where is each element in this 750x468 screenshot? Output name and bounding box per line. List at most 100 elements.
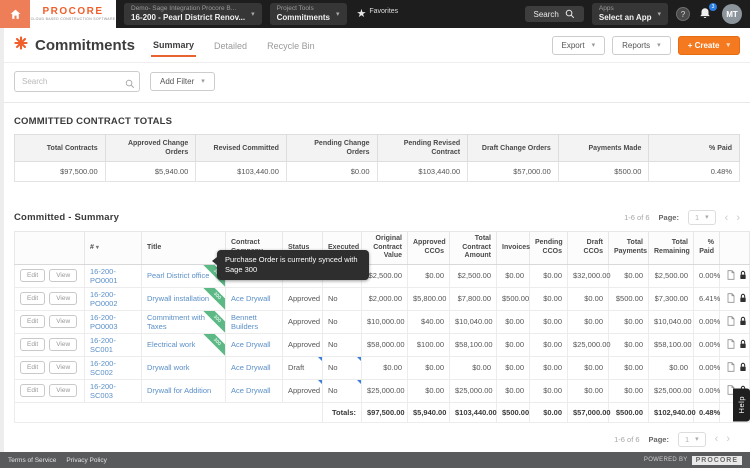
amount-cell: $2,500.00 (649, 264, 694, 287)
help-tab[interactable]: Help (733, 388, 750, 421)
lock-icon (739, 316, 747, 328)
contract-company-link[interactable]: Ace Drywall (226, 379, 283, 402)
commitment-number-link[interactable]: 16-200-SC003 (85, 379, 142, 402)
status-cell: Approved (283, 379, 323, 402)
sage-synced-ribbon: 300 (203, 311, 225, 333)
contract-company-link[interactable]: Ace Drywall (226, 356, 283, 379)
amount-cell: $0.00 (530, 264, 568, 287)
commitment-number-link[interactable]: 16-200-SC002 (85, 356, 142, 379)
document-icon[interactable] (727, 362, 735, 374)
reports-button[interactable]: Reports ▾ (612, 36, 671, 55)
edit-button[interactable]: Edit (20, 315, 45, 328)
user-avatar[interactable]: MT (722, 4, 742, 24)
prev-page-button[interactable]: ‹ (715, 434, 719, 444)
amount-cell: $25,000.00 (450, 379, 497, 402)
totals-amount-cell: $97,500.00 (362, 402, 408, 422)
chevron-down-icon: ▾ (695, 436, 699, 443)
table-row: Edit View 16-200-PO0001Pearl District offi… (15, 264, 750, 287)
edit-button[interactable]: Edit (20, 338, 45, 351)
commitment-title-link[interactable]: Drywall for Addition (142, 379, 226, 402)
table-row: Edit View 16-200-PO0002Drywall installatio… (15, 287, 750, 310)
view-button[interactable]: View (49, 338, 77, 351)
tab-detailed[interactable]: Detailed (212, 35, 249, 56)
amount-cell: $100.00 (408, 333, 450, 356)
totals-column-header: Draft Change Orders (468, 135, 559, 162)
view-button[interactable]: View (49, 292, 77, 305)
commitment-title-link[interactable]: Electrical work300 (142, 333, 226, 356)
amount-cell: $10,040.00 (450, 310, 497, 333)
totals-header-row: Total ContractsApproved Change OrdersRev… (15, 135, 740, 162)
edit-button[interactable]: Edit (20, 292, 45, 305)
edit-button[interactable]: Edit (20, 361, 45, 374)
commitment-number-link[interactable]: 16-200-PO0002 (85, 287, 142, 310)
notifications-button[interactable]: 3 (698, 6, 714, 22)
apps-dropdown[interactable]: Apps Select an App ▾ (592, 3, 668, 25)
commitment-number-link[interactable]: 16-200-PO0003 (85, 310, 142, 333)
procore-logo[interactable]: PROCORE CLOUD BASED CONSTRUCTION SOFTWAR… (30, 0, 116, 28)
project-tools-dropdown[interactable]: Project Tools Commitments ▾ (270, 3, 347, 25)
totals-value: 0.48% (649, 162, 740, 182)
commitment-title-link[interactable]: Drywall installation300 (142, 287, 226, 310)
help-question-button[interactable]: ? (676, 7, 690, 21)
global-search-button[interactable]: Search (525, 6, 584, 22)
edit-button[interactable]: Edit (20, 384, 45, 397)
contract-company-link[interactable]: Ace Drywall (226, 287, 283, 310)
home-button[interactable] (0, 0, 30, 28)
document-icon[interactable] (727, 270, 735, 282)
prev-page-button[interactable]: ‹ (725, 213, 729, 223)
next-page-button[interactable]: › (726, 434, 730, 444)
amount-cell: $5,800.00 (408, 287, 450, 310)
export-button[interactable]: Export ▾ (552, 36, 606, 55)
create-button[interactable]: + Create ▾ (678, 36, 740, 55)
commitment-number-link[interactable]: 16-200-SC001 (85, 333, 142, 356)
view-button[interactable]: View (49, 269, 77, 282)
totals-column-header: % Paid (649, 135, 740, 162)
edited-flag-icon (318, 357, 322, 361)
contract-company-link[interactable]: Ace Drywall (226, 333, 283, 356)
amount-cell: $0.00 (609, 264, 649, 287)
commitment-title-link[interactable]: Pearl District office300 (142, 264, 226, 287)
totals-amount-cell: $103,440.00 (450, 402, 497, 422)
commitment-number-link[interactable]: 16-200-PO0001 (85, 264, 142, 287)
favorites-control[interactable]: ★ Favorites (357, 7, 399, 21)
amount-cell: $0.00 (609, 356, 649, 379)
amount-cell: $0.00 (530, 356, 568, 379)
amount-cell: $2,000.00 (362, 287, 408, 310)
document-icon[interactable] (727, 316, 735, 328)
contract-company-link[interactable]: Bennett Builders (226, 310, 283, 333)
view-button[interactable]: View (49, 315, 77, 328)
totals-column-header: Approved Change Orders (105, 135, 196, 162)
commitment-title-link[interactable]: Drywall work (142, 356, 226, 379)
star-icon[interactable]: ★ (357, 7, 367, 21)
table-row: Edit View 16-200-SC003Drywall for Addition… (15, 379, 750, 402)
view-button[interactable]: View (49, 361, 77, 374)
project-selector-dropdown[interactable]: Demo- Sage Integration Procore B... 16-2… (124, 3, 262, 25)
commitment-title-link[interactable]: Commitment with Taxes300 (142, 310, 226, 333)
tab-summary[interactable]: Summary (151, 34, 196, 57)
app-screen: PROCORE CLOUD BASED CONSTRUCTION SOFTWAR… (0, 0, 750, 468)
page-select[interactable]: 1 ▾ (688, 210, 716, 225)
summary-column-header: Total Contract Amount (450, 232, 497, 265)
page-select[interactable]: 1 ▾ (678, 432, 706, 447)
create-label: + Create (688, 41, 720, 50)
tab-recycle-bin[interactable]: Recycle Bin (265, 35, 317, 56)
totals-column-header: Pending Revised Contract (377, 135, 468, 162)
edit-button[interactable]: Edit (20, 269, 45, 282)
amount-cell: 0.00% (694, 333, 720, 356)
view-button[interactable]: View (49, 384, 77, 397)
next-page-button[interactable]: › (736, 213, 740, 223)
amount-cell: $0.00 (497, 264, 530, 287)
document-icon[interactable] (727, 339, 735, 351)
tools-label: Project Tools (277, 5, 330, 13)
summary-column-header: #▾ (85, 232, 142, 265)
search-input[interactable] (14, 71, 140, 92)
document-icon[interactable] (727, 293, 735, 305)
terms-of-service-link[interactable]: Terms of Service (8, 457, 56, 464)
sort-caret-icon: ▾ (96, 245, 99, 251)
privacy-policy-link[interactable]: Privacy Policy (66, 457, 106, 464)
amount-cell: $0.00 (568, 356, 609, 379)
add-filter-button[interactable]: Add Filter ▾ (150, 72, 215, 91)
amount-cell: $58,000.00 (362, 333, 408, 356)
search-label: Search (534, 10, 559, 19)
apps-label: Apps (599, 5, 652, 13)
